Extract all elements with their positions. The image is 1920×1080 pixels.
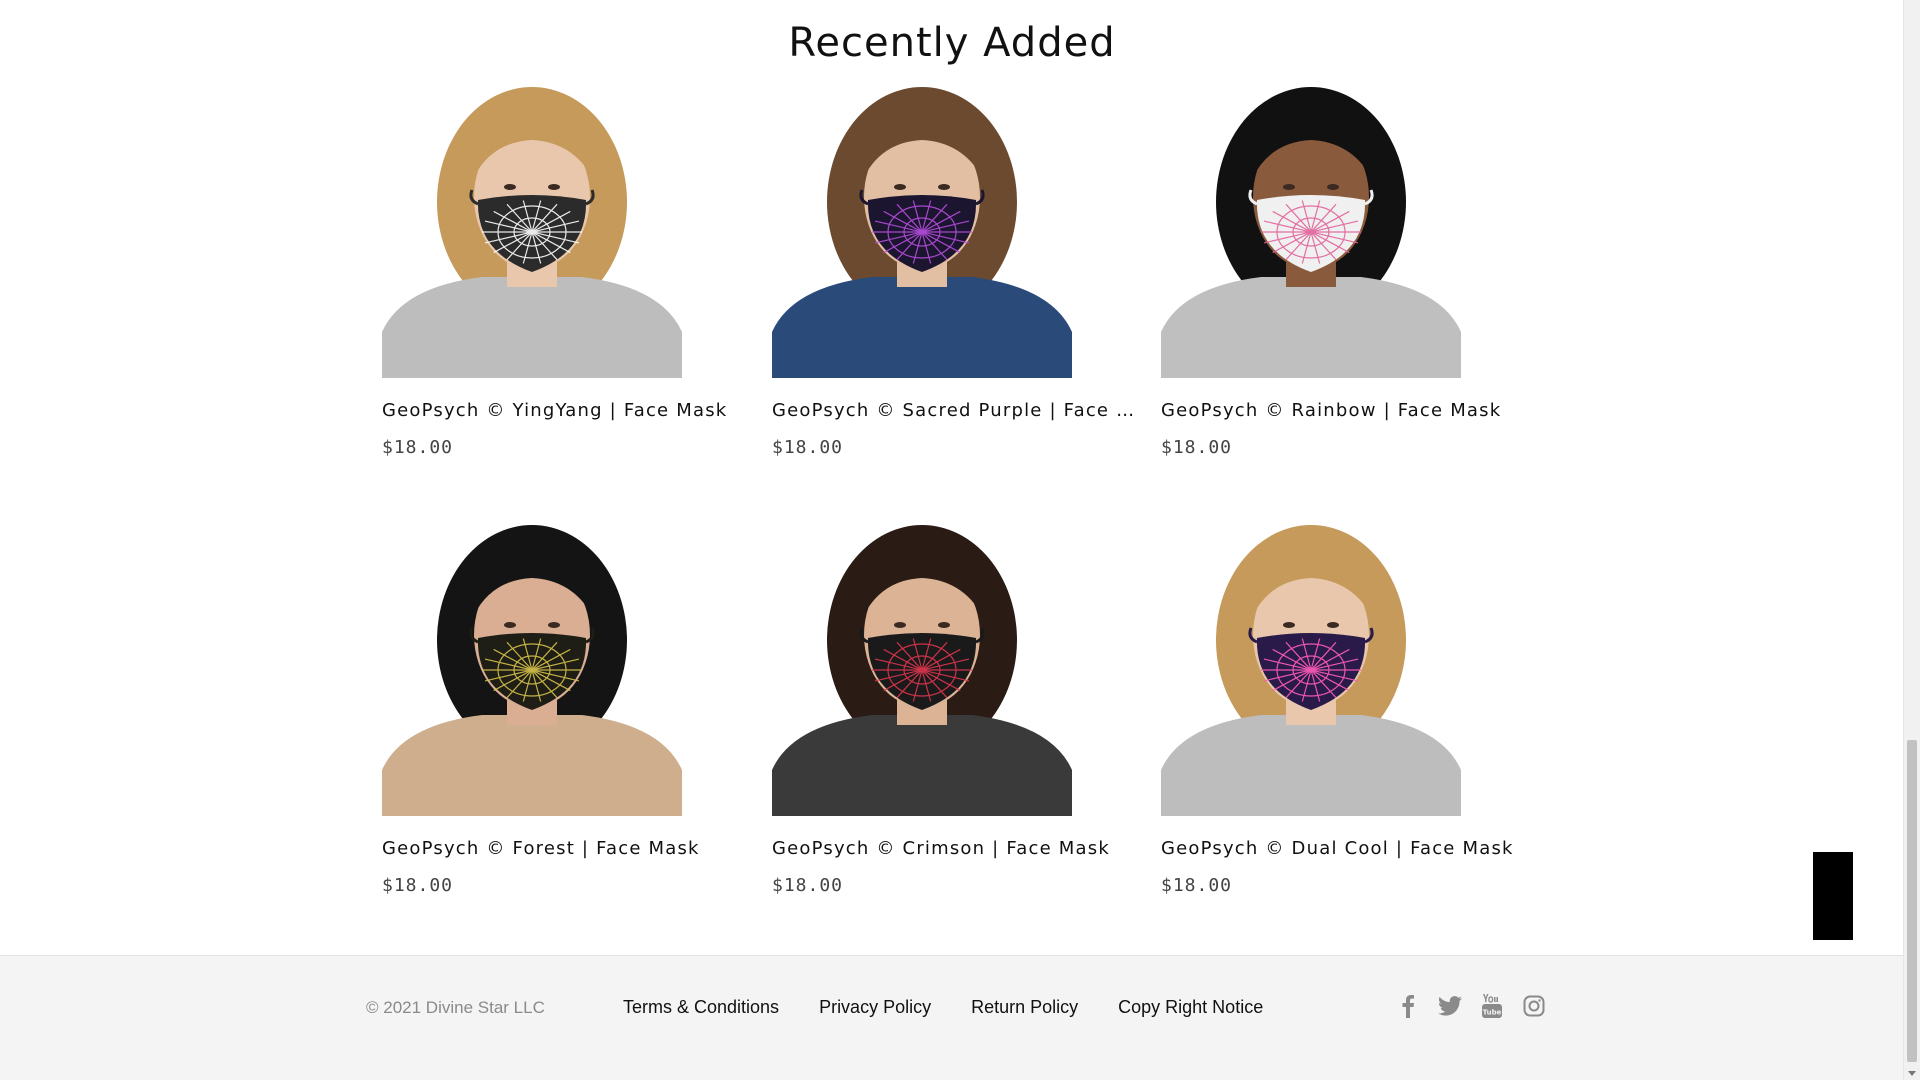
product-price: $18.00	[1161, 437, 1233, 458]
product-card[interactable]: GeoPsych © Sacred Purple | Face Mask $18…	[772, 82, 1140, 458]
instagram-icon[interactable]	[1521, 992, 1547, 1020]
product-photo	[382, 82, 682, 378]
product-image[interactable]	[1161, 82, 1461, 378]
return-policy-link[interactable]: Return Policy	[971, 994, 1078, 1021]
product-name[interactable]: GeoPsych © Crimson | Face Mask	[772, 838, 1137, 859]
site-footer: © 2021 Divine Star LLC Terms & Condition…	[0, 955, 1904, 1080]
twitter-icon[interactable]	[1437, 992, 1463, 1020]
product-price: $18.00	[772, 437, 844, 458]
copyright-notice-link[interactable]: Copy Right Notice	[1118, 994, 1263, 1021]
product-card[interactable]: GeoPsych © Rainbow | Face Mask $18.00	[1161, 82, 1529, 458]
product-photo	[772, 520, 1072, 816]
product-card[interactable]: GeoPsych © YingYang | Face Mask $18.00	[382, 82, 750, 458]
scroll-down-arrow-icon[interactable]	[1908, 1071, 1916, 1076]
scroll-to-top-button[interactable]	[1813, 852, 1853, 940]
product-card[interactable]: GeoPsych © Crimson | Face Mask $18.00	[772, 520, 1140, 896]
youtube-icon[interactable]: Tube	[1479, 992, 1505, 1020]
product-price: $18.00	[382, 437, 454, 458]
facebook-icon[interactable]	[1395, 992, 1421, 1020]
product-card[interactable]: GeoPsych © Forest | Face Mask $18.00	[382, 520, 750, 896]
product-photo	[772, 82, 1072, 378]
section-title: Recently Added	[788, 20, 1116, 66]
product-image[interactable]	[772, 520, 1072, 816]
product-photo	[1161, 82, 1461, 378]
product-name[interactable]: GeoPsych © Dual Cool | Face Mask	[1161, 838, 1526, 859]
product-price: $18.00	[382, 875, 454, 896]
product-image[interactable]	[382, 82, 682, 378]
privacy-link[interactable]: Privacy Policy	[819, 994, 931, 1021]
page-scrollbar[interactable]	[1903, 0, 1920, 1080]
product-image[interactable]	[772, 82, 1072, 378]
svg-text:Tube: Tube	[1483, 1009, 1502, 1017]
product-photo	[382, 520, 682, 816]
copyright-text: © 2021 Divine Star LLC	[366, 998, 545, 1017]
scrollbar-thumb[interactable]	[1907, 740, 1917, 1062]
product-price: $18.00	[772, 875, 844, 896]
product-photo	[1161, 520, 1461, 816]
terms-link[interactable]: Terms & Conditions	[623, 994, 779, 1021]
product-name[interactable]: GeoPsych © Sacred Purple | Face Mask	[772, 400, 1137, 421]
product-name[interactable]: GeoPsych © YingYang | Face Mask	[382, 400, 747, 421]
footer-nav: Terms & Conditions Privacy Policy Return…	[623, 994, 1263, 1021]
product-name[interactable]: GeoPsych © Rainbow | Face Mask	[1161, 400, 1526, 421]
product-price: $18.00	[1161, 875, 1233, 896]
page: Recently Added GeoPsych © YingYang | Fac…	[0, 0, 1920, 1080]
product-card[interactable]: GeoPsych © Dual Cool | Face Mask $18.00	[1161, 520, 1529, 896]
product-image[interactable]	[1161, 520, 1461, 816]
product-name[interactable]: GeoPsych © Forest | Face Mask	[382, 838, 747, 859]
social-links: Tube	[1395, 992, 1547, 1020]
product-image[interactable]	[382, 520, 682, 816]
